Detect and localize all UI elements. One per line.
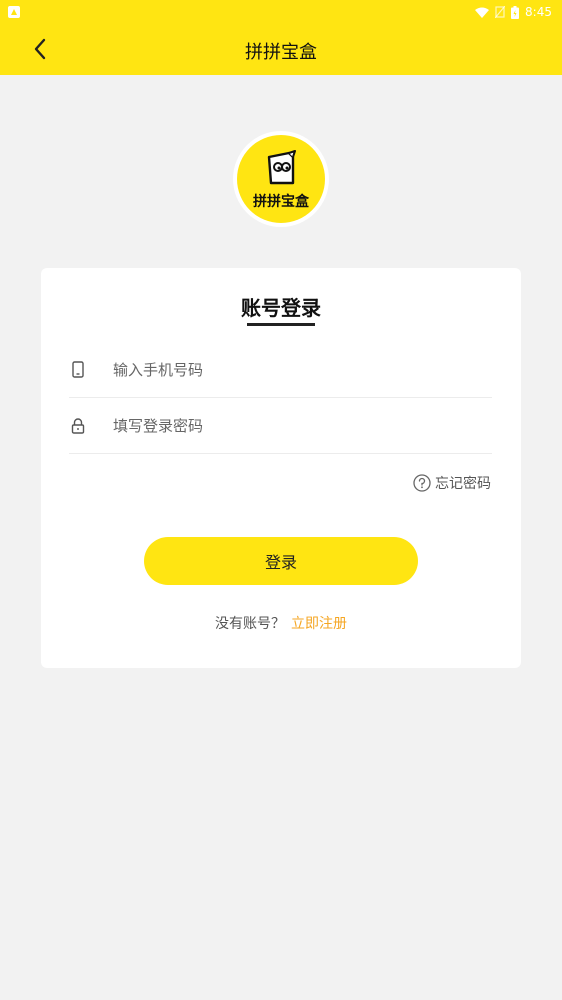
register-prompt: 没有账号？ <box>215 616 285 632</box>
notification-icon <box>8 6 20 18</box>
password-field <box>69 398 492 454</box>
login-button[interactable]: 登录 <box>144 537 418 585</box>
status-time: 8:45 <box>525 5 552 19</box>
password-input[interactable] <box>113 416 473 435</box>
register-row: 没有账号？ 立即注册 <box>41 613 521 633</box>
lock-icon <box>69 417 87 435</box>
app-logo: 拼拼宝盒 <box>233 131 329 227</box>
forgot-password-link[interactable]: 忘记密码 <box>413 473 491 493</box>
logo-text: 拼拼宝盒 <box>253 194 309 210</box>
battery-icon <box>511 5 520 19</box>
wifi-icon <box>475 7 490 18</box>
phone-icon <box>69 361 87 379</box>
box-mascot-icon <box>267 150 296 185</box>
question-circle-icon <box>413 474 431 492</box>
title-underline <box>247 323 315 326</box>
login-title: 账号登录 <box>241 296 321 320</box>
logo-badge: 拼拼宝盒 <box>237 135 325 223</box>
status-bar: 8:45 <box>0 0 562 24</box>
no-sim-icon <box>495 6 506 18</box>
title-bar: 拼拼宝盒 <box>0 24 562 75</box>
phone-input[interactable] <box>113 360 473 379</box>
forgot-password-label: 忘记密码 <box>435 476 491 492</box>
page-title: 拼拼宝盒 <box>245 42 317 63</box>
app-header: 8:45 拼拼宝盒 <box>0 0 562 75</box>
login-card: 账号登录 忘记密码 登录 没有账号？ 立即注册 <box>41 268 521 668</box>
phone-field <box>69 342 492 398</box>
register-link[interactable]: 立即注册 <box>291 616 347 632</box>
